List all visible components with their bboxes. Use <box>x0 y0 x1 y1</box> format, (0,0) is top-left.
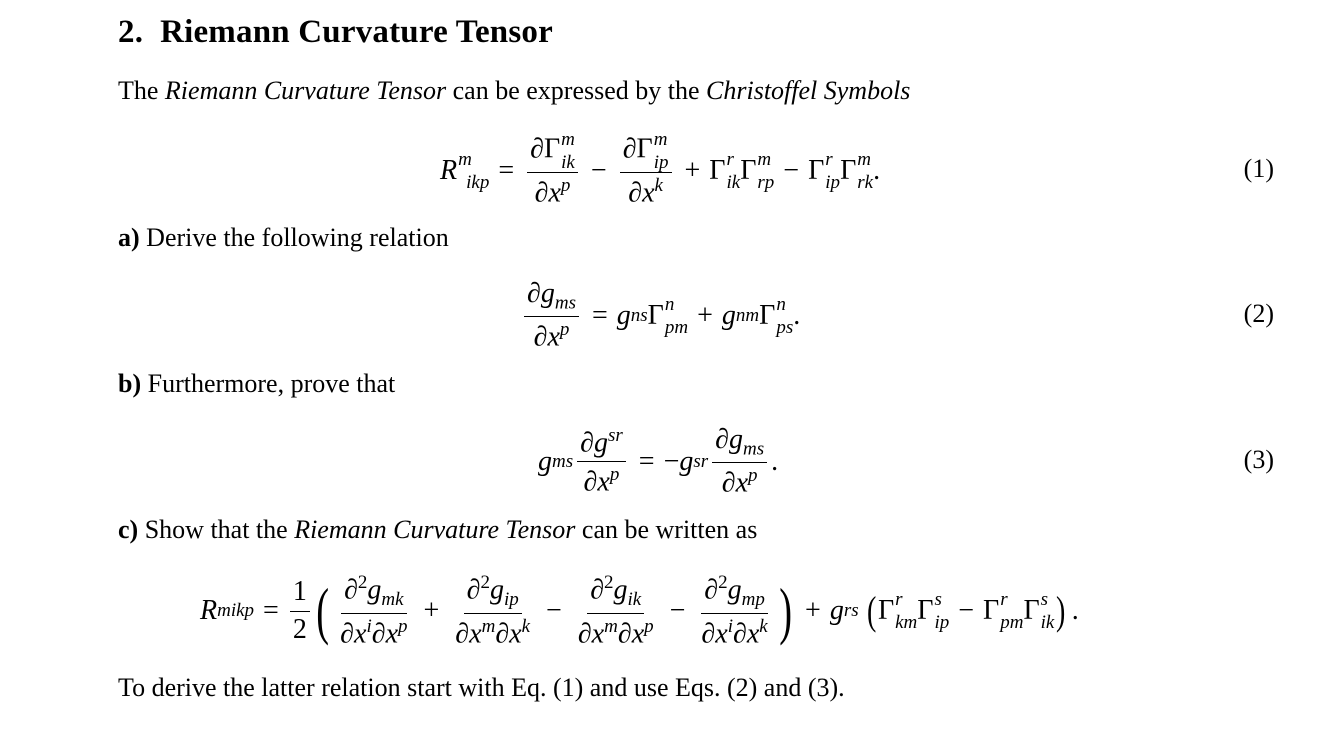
section-number: 2. <box>118 14 144 50</box>
equation-3-number: (3) <box>1243 445 1274 474</box>
equation-2: ∂gms ∂xp = g ns Γn pm + g nm Γn ps. <box>520 278 800 354</box>
section-title: 2. Riemann Curvature Tensor <box>118 14 553 51</box>
intro-paragraph: The Riemann Curvature Tensor can be expr… <box>118 76 911 105</box>
part-b: b) Furthermore, prove that <box>118 369 396 398</box>
closing-paragraph: To derive the latter relation start with… <box>118 673 845 702</box>
right-paren: ) <box>778 575 792 647</box>
equation-3: g ms ∂gsr ∂xp = − g sr ∂gms ∂xp. <box>538 424 779 499</box>
left-paren: ( <box>316 575 329 647</box>
equation-1-number: (1) <box>1243 154 1274 183</box>
equation-1: Rm ikp = ∂Γ m ik ∂xp − ∂Γ m ip ∂xk + Γr ik Γm rp −… <box>440 129 881 209</box>
part-c: c) Show that the Riemann Curvature Tenso… <box>118 515 758 544</box>
part-a-label: a) <box>118 223 140 252</box>
section-title-text: Riemann Curvature Tensor <box>160 14 553 50</box>
equation-2-number: (2) <box>1243 299 1274 328</box>
part-c-label: c) <box>118 515 139 544</box>
term-riemann: Riemann Curvature Tensor <box>164 76 447 105</box>
equation-4: Rmikp = 12 ( ∂2gmk ∂xi∂xp + ∂2gip ∂xm∂xk −… <box>200 572 1079 650</box>
term-riemann-2: Riemann Curvature Tensor <box>294 515 576 544</box>
term-christoffel: Christoffel Symbols <box>706 76 911 105</box>
part-b-label: b) <box>118 369 142 398</box>
part-a: a) Derive the following relation <box>118 223 449 252</box>
